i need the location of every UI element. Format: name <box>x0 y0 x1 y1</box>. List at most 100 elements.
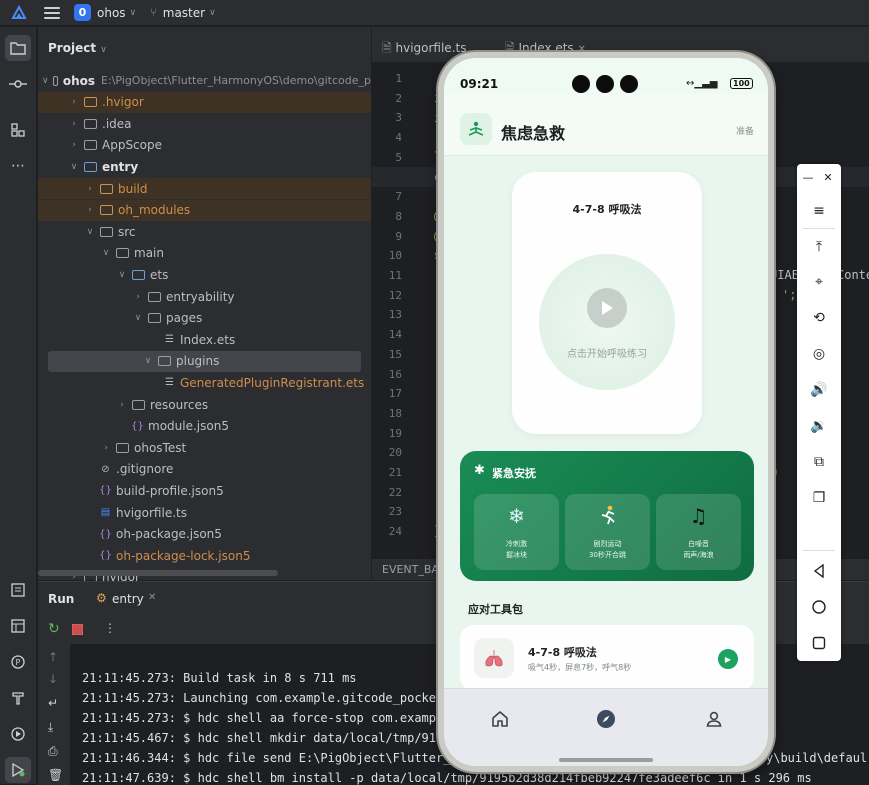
project-panel-header[interactable]: Project ∨ <box>48 41 107 55</box>
chevron-down-icon[interactable]: ∨ <box>68 162 80 172</box>
rotate-icon[interactable]: ⟲ <box>807 307 831 329</box>
chevron-right-icon[interactable]: › <box>132 292 144 302</box>
tree-item[interactable]: {} module.json5 <box>38 416 371 437</box>
tree-item[interactable]: ∨ entry <box>38 156 371 177</box>
recent-apps-icon[interactable] <box>807 632 831 654</box>
project-name[interactable]: ohos <box>97 6 126 20</box>
tree-item[interactable]: ∨ pages <box>38 308 371 329</box>
main-menu-icon[interactable] <box>44 6 60 19</box>
tab-run-entry[interactable]: entry <box>112 592 144 606</box>
emergency-item-exercise[interactable]: 剧烈运动 30秒开合跳 <box>565 494 650 570</box>
arrow-down-icon[interactable]: ↓ <box>48 672 58 686</box>
tree-item[interactable]: › entryability <box>38 286 371 307</box>
crop-icon[interactable]: ⌖ <box>807 271 831 293</box>
chevron-down-icon[interactable]: ∨ <box>116 270 128 280</box>
tree-item[interactable]: › AppScope <box>38 135 371 156</box>
tree-item-label: oh-package-lock.json5 <box>116 548 251 563</box>
nav-profile-icon[interactable] <box>700 705 728 733</box>
tool-card-breathing[interactable]: 4-7-8 呼吸法 吸气4秒，屏息7秒，呼气8秒 ▶ <box>460 625 754 691</box>
chevron-right-icon[interactable]: › <box>68 119 80 129</box>
profiler-icon[interactable]: P <box>5 649 31 675</box>
chevron-down-icon[interactable]: ∨ <box>42 76 49 86</box>
tool-title: 4-7-8 呼吸法 <box>528 646 597 659</box>
home-indicator[interactable] <box>559 758 653 762</box>
more-vertical-icon[interactable]: ⋮ <box>104 621 116 635</box>
play-icon[interactable]: ▶ <box>718 649 738 669</box>
tree-item[interactable]: ⊘ .gitignore <box>38 459 371 480</box>
chevron-right-icon[interactable]: › <box>100 443 112 453</box>
chevron-right-icon[interactable]: › <box>68 97 80 107</box>
multi-screen-icon[interactable]: ❐ <box>807 487 831 509</box>
more-icon[interactable]: ⋯ <box>5 153 31 179</box>
chevron-down-icon[interactable]: ∨ <box>142 356 154 366</box>
pin-top-icon[interactable]: ⤒ <box>807 236 831 258</box>
todo-icon[interactable] <box>5 577 31 603</box>
minimize-icon[interactable]: — <box>799 166 817 188</box>
emergency-title: 紧急安抚 <box>492 467 536 480</box>
tree-item[interactable]: ☰ GeneratedPluginRegistrant.ets <box>38 372 371 393</box>
back-icon[interactable] <box>807 560 831 582</box>
tree-item[interactable]: ∨ src <box>38 221 371 242</box>
project-folder-icon[interactable] <box>5 35 31 61</box>
tree-item[interactable]: ∨ ohos E:\PigObject\Flutter_HarmonyOS\demo… <box>38 70 371 91</box>
nav-explore-icon[interactable] <box>592 705 620 733</box>
app-logo-icon[interactable] <box>10 4 28 22</box>
log-line: 21:11:45.467: $ hdc shell mkdir data/loc… <box>82 731 444 745</box>
play-button[interactable] <box>587 288 627 328</box>
tree-item-label: hvigorfile.ts <box>116 505 187 520</box>
chevron-right-icon[interactable]: › <box>84 205 96 215</box>
rerun-icon[interactable]: ↻ <box>48 621 60 637</box>
volume-down-icon[interactable]: 🔉 <box>807 415 831 437</box>
tree-item[interactable]: ☰ Index.ets <box>38 329 371 350</box>
tree-item[interactable]: › build <box>38 178 371 199</box>
layout-icon[interactable] <box>5 613 31 639</box>
branch-name[interactable]: master <box>163 6 205 20</box>
services-icon[interactable] <box>5 721 31 747</box>
volume-up-icon[interactable]: 🔊 <box>807 379 831 401</box>
chevron-down-icon[interactable]: ∨ <box>130 8 137 18</box>
run-icon[interactable] <box>5 757 31 783</box>
tree-item[interactable]: › .idea <box>38 113 371 134</box>
nav-home-icon[interactable] <box>486 705 514 733</box>
tree-item[interactable]: ∨ main <box>38 243 371 264</box>
rotate-device-icon[interactable]: ⧉ <box>807 451 831 473</box>
tree-item[interactable]: {} build-profile.json5 <box>38 480 371 501</box>
chevron-down-icon[interactable]: ∨ <box>209 8 216 18</box>
soft-wrap-icon[interactable]: ↵ <box>48 696 58 710</box>
structure-icon[interactable] <box>5 117 31 143</box>
tree-item[interactable]: ∨ plugins <box>48 350 361 372</box>
tree-item[interactable]: › resources <box>38 394 371 415</box>
stop-icon[interactable] <box>72 624 83 635</box>
location-icon[interactable]: ◎ <box>807 343 831 365</box>
tree-item[interactable]: ▤ hvigorfile.ts <box>38 502 371 523</box>
emergency-item-noise[interactable]: ♫ 白噪音 雨声/海浪 <box>656 494 741 570</box>
scroll-end-icon[interactable]: ⤓ <box>48 720 53 735</box>
build-hammer-icon[interactable] <box>5 685 31 711</box>
chevron-right-icon[interactable]: › <box>68 140 80 150</box>
tree-item[interactable]: › oh_modules <box>38 199 371 221</box>
folder-icon <box>100 226 113 237</box>
tree-item[interactable]: {} oh-package.json5 <box>38 524 371 545</box>
tree-item[interactable]: ∨ ets <box>38 264 371 285</box>
tab-hvigorfile[interactable]: 🗎 hvigorfile.ts <box>382 39 466 60</box>
close-icon[interactable]: ✕ <box>148 592 156 603</box>
chevron-right-icon[interactable]: › <box>84 184 96 194</box>
trash-icon[interactable]: 🗑 <box>48 768 63 782</box>
home-icon[interactable] <box>807 596 831 618</box>
commit-icon[interactable] <box>5 71 31 97</box>
chevron-right-icon[interactable]: › <box>116 400 128 410</box>
tree-item[interactable]: › .hvigor <box>38 91 371 113</box>
emergency-item-cold[interactable]: ❄ 冷刺激 握冰块 <box>474 494 559 570</box>
horizontal-scrollbar[interactable] <box>38 570 278 576</box>
chevron-down-icon[interactable]: ∨ <box>132 313 144 323</box>
menu-icon[interactable]: ≡ <box>807 200 831 222</box>
project-badge[interactable]: 0 <box>74 4 91 21</box>
tree-item[interactable]: › ohosTest <box>38 437 371 458</box>
breathing-circle[interactable]: 点击开始呼吸练习 <box>539 254 675 390</box>
arrow-up-icon[interactable]: ↑ <box>48 650 58 664</box>
chevron-down-icon[interactable]: ∨ <box>84 227 96 237</box>
chevron-down-icon[interactable]: ∨ <box>100 248 112 258</box>
tree-item[interactable]: {} oh-package-lock.json5 <box>38 545 371 566</box>
print-icon[interactable]: ⎙ <box>48 744 58 759</box>
close-icon[interactable]: ✕ <box>819 166 837 188</box>
